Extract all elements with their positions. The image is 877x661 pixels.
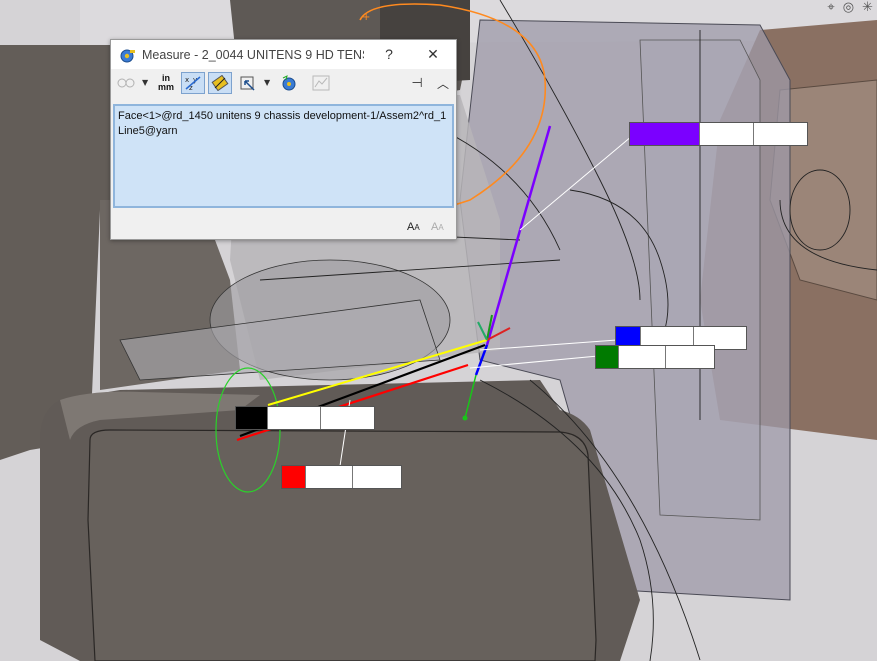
collapse-up-icon[interactable]: ︿ [431,72,455,94]
svg-text:x: x [185,76,189,84]
callout-value-cell [617,346,665,368]
view-toolbar: ⌖ ◎ ✳ [827,0,873,15]
units-precision-button[interactable]: in mm [154,72,178,94]
callout-red[interactable] [281,465,402,489]
callout-swatch-green [596,346,618,368]
dialog-bottom-bar: AA AA [111,212,456,239]
measure-results-box[interactable]: Face<1>@rd_1450 unitens 9 chassis develo… [113,104,454,208]
view-icon[interactable]: ⌖ [827,0,834,15]
point-to-point-icon [211,75,229,91]
dialog-title: Measure - 2_0044 UNITENS 9 HD TENSI... [142,47,364,62]
measure-toolbar: ▼ in mm x y z ▼ ⊣ ︿ [111,69,456,99]
measure-tape-icon [120,49,135,62]
callout-black[interactable] [235,406,375,430]
display-style-icon[interactable]: ◎ [843,0,854,15]
callout-value-cell [266,407,320,429]
view-settings-icon[interactable]: ✳ [862,0,873,15]
callout-swatch-black [236,407,267,429]
chevron-down-icon[interactable]: ▼ [142,78,148,87]
result-line-1: Face<1>@rd_1450 unitens 9 chassis develo… [118,110,447,122]
create-sensor-button[interactable] [309,72,333,94]
point-to-point-button[interactable] [208,72,232,94]
create-sensor-icon [312,75,330,91]
callout-green[interactable] [595,345,715,369]
measure-dialog: Measure - 2_0044 UNITENS 9 HD TENSI... ?… [110,39,457,240]
units-mm-label: mm [157,82,174,92]
show-xyz-icon: x y z [185,76,201,91]
callout-swatch-red [282,466,305,488]
svg-text:+: + [362,12,370,23]
increase-font-button[interactable]: AA [407,221,420,233]
help-button[interactable]: ? [377,44,401,64]
callout-value-cell [664,346,714,368]
callout-swatch-purple [630,123,700,145]
pin-icon[interactable]: ⊣ [405,72,429,94]
arc-circle-icon [117,78,135,88]
measure-history-icon [282,75,296,91]
arc-circle-button[interactable] [114,72,138,94]
callout-value-cell [319,407,374,429]
callout-value-cell [699,123,753,145]
callout-value-cell [304,466,352,488]
decrease-font-button[interactable]: AA [431,221,444,233]
chevron-down-icon[interactable]: ▼ [264,78,270,87]
projected-on-button[interactable] [236,72,260,94]
callout-value-cell [752,123,807,145]
projected-on-icon [240,76,255,91]
result-line-2: Line5@yarn [118,125,178,137]
close-button[interactable]: ✕ [421,44,445,64]
measure-history-button[interactable] [277,72,301,94]
show-xyz-button[interactable]: x y z [181,72,205,94]
callout-value-cell [351,466,401,488]
callout-purple[interactable] [629,122,808,146]
dialog-titlebar[interactable]: Measure - 2_0044 UNITENS 9 HD TENSI... ?… [111,40,456,69]
